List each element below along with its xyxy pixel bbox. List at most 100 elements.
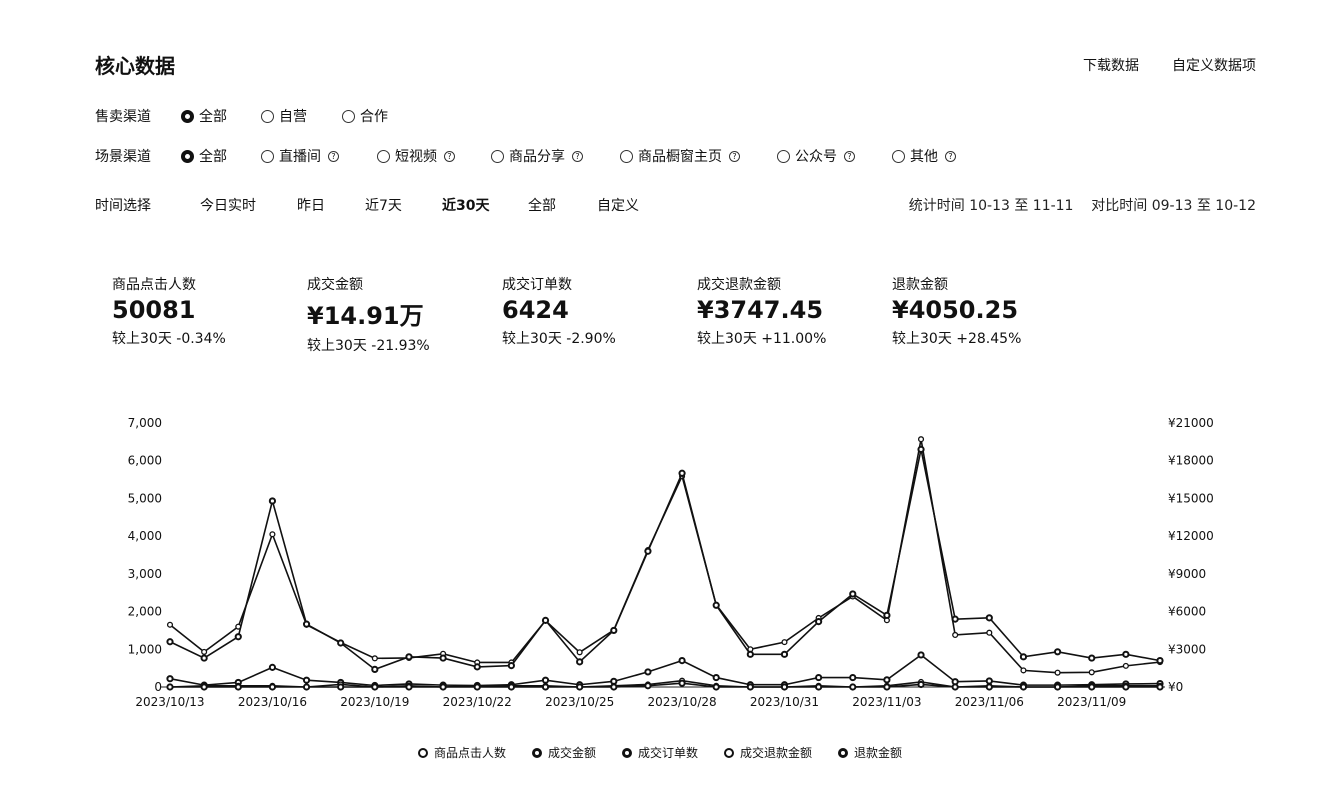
legend-item-1[interactable]: 成交金额 bbox=[531, 744, 596, 761]
series-1-point bbox=[644, 547, 652, 555]
metric-value: ¥3747.45 bbox=[697, 296, 824, 324]
series-1-point bbox=[576, 658, 584, 666]
series-1-point bbox=[849, 590, 857, 598]
radio-icon bbox=[181, 149, 194, 163]
series-4-point bbox=[507, 683, 515, 691]
option-label: 直播间 bbox=[279, 149, 321, 165]
series-1-point bbox=[405, 653, 413, 661]
y-left-tick-label: 4,000 bbox=[128, 529, 162, 543]
scene-channel-option-3[interactable]: 商品分享? bbox=[491, 146, 583, 166]
time-option-0[interactable]: 今日实时 bbox=[200, 195, 256, 215]
scene-channel-option-2[interactable]: 短视频? bbox=[377, 146, 455, 166]
series-line-1 bbox=[169, 449, 1161, 671]
legend-item-3[interactable]: 成交退款金额 bbox=[724, 744, 812, 761]
y-right-tick-label: ¥18000 bbox=[1168, 454, 1214, 468]
x-tick-label: 2023/11/06 bbox=[955, 695, 1024, 709]
series-1-point bbox=[883, 611, 891, 619]
help-icon[interactable]: ? bbox=[945, 150, 956, 162]
legend-label: 成交金额 bbox=[547, 746, 596, 760]
series-0-point bbox=[917, 436, 925, 443]
legend-label: 成交退款金额 bbox=[740, 746, 813, 760]
radio-icon bbox=[620, 149, 633, 163]
series-1-point bbox=[371, 665, 379, 673]
legend-item-2[interactable]: 成交订单数 bbox=[621, 744, 698, 761]
y-right-tick-label: ¥9000 bbox=[1168, 567, 1206, 581]
metric-card[interactable]: 成交金额 ¥14.91万 较上30天 -21.93% bbox=[307, 274, 430, 355]
legend-item-0[interactable]: 商品点击人数 bbox=[417, 744, 506, 761]
series-4-point bbox=[610, 683, 618, 691]
help-icon[interactable]: ? bbox=[729, 150, 740, 162]
metric-value: 50081 bbox=[112, 296, 196, 324]
series-4-point bbox=[985, 683, 993, 691]
y-left-tick-label: 0 bbox=[154, 680, 162, 694]
series-0-point bbox=[1020, 667, 1027, 674]
option-label: 短视频 bbox=[395, 149, 437, 165]
help-icon[interactable]: ? bbox=[444, 150, 455, 162]
time-option-1[interactable]: 昨日 bbox=[297, 195, 325, 215]
help-icon[interactable]: ? bbox=[328, 150, 339, 162]
time-option-5[interactable]: 自定义 bbox=[597, 195, 639, 215]
metric-value: 6424 bbox=[502, 296, 569, 324]
series-1-point bbox=[507, 662, 515, 670]
metric-label: 成交金额 bbox=[307, 277, 363, 293]
radio-icon bbox=[892, 149, 905, 163]
scene-channel-option-0[interactable]: 全部 bbox=[181, 146, 227, 166]
legend-marker-icon bbox=[621, 747, 632, 758]
metric-card[interactable]: 商品点击人数 50081 较上30天 -0.34% bbox=[112, 274, 226, 348]
scene-channel-option-6[interactable]: 其他? bbox=[892, 146, 956, 166]
chart-legend: 商品点击人数 成交金额 成交订单数 成交退款金额 退款金额 bbox=[0, 744, 1320, 761]
series-1-point bbox=[268, 497, 277, 505]
series-line-0 bbox=[169, 439, 1161, 674]
series-0-point bbox=[576, 649, 583, 656]
series-4-point bbox=[473, 683, 481, 691]
series-2-point bbox=[541, 676, 550, 684]
time-option-4[interactable]: 全部 bbox=[528, 195, 556, 215]
scene-channel-option-4[interactable]: 商品橱窗主页? bbox=[620, 146, 740, 166]
legend-marker-icon bbox=[417, 747, 428, 758]
y-right-tick-label: ¥12000 bbox=[1168, 529, 1214, 543]
time-option-3[interactable]: 近30天 bbox=[442, 195, 489, 215]
sales-channel-option-0[interactable]: 全部 bbox=[181, 106, 227, 126]
download-data-button[interactable]: 下载数据 bbox=[1083, 55, 1139, 75]
metric-comparison: 较上30天 -0.34% bbox=[112, 331, 226, 347]
x-tick-label: 2023/10/13 bbox=[135, 695, 204, 709]
series-4-point bbox=[883, 683, 891, 691]
option-label: 全部 bbox=[199, 149, 227, 165]
y-right-tick-label: ¥6000 bbox=[1168, 605, 1206, 619]
time-option-2[interactable]: 近7天 bbox=[365, 195, 402, 215]
sales-channel-option-1[interactable]: 自营 bbox=[261, 106, 307, 126]
help-icon[interactable]: ? bbox=[844, 150, 855, 162]
legend-item-4[interactable]: 退款金额 bbox=[838, 744, 902, 761]
legend-marker-icon bbox=[838, 747, 849, 758]
series-1-point bbox=[1156, 657, 1164, 665]
y-left-tick-label: 5,000 bbox=[128, 491, 162, 505]
series-4-point bbox=[576, 683, 584, 691]
period-info: 统计时间 10-13 至 11-11 对比时间 09-13 至 10-12 bbox=[909, 195, 1256, 215]
series-1-point bbox=[746, 650, 754, 658]
metric-comparison: 较上30天 +28.45% bbox=[892, 331, 1022, 347]
series-2-point bbox=[883, 676, 891, 684]
series-1-point bbox=[234, 633, 242, 641]
metric-card[interactable]: 成交订单数 6424 较上30天 -2.90% bbox=[502, 274, 616, 348]
series-2-point bbox=[302, 676, 311, 684]
y-right-tick-label: ¥15000 bbox=[1168, 491, 1214, 505]
customize-data-button[interactable]: 自定义数据项 bbox=[1172, 55, 1256, 75]
scene-channel-option-5[interactable]: 公众号? bbox=[777, 146, 855, 166]
series-0-point bbox=[986, 629, 993, 636]
help-icon[interactable]: ? bbox=[572, 150, 583, 162]
series-4-point bbox=[439, 683, 447, 691]
series-4-point bbox=[746, 683, 754, 691]
series-2-point bbox=[712, 673, 720, 682]
option-label: 合作 bbox=[360, 109, 388, 125]
metric-card[interactable]: 成交退款金额 ¥3747.45 较上30天 +11.00% bbox=[697, 274, 826, 348]
sales-channel-option-2[interactable]: 合作 bbox=[342, 106, 388, 126]
series-0-point bbox=[1054, 669, 1061, 676]
metric-card[interactable]: 退款金额 ¥4050.25 较上30天 +28.45% bbox=[892, 274, 1021, 348]
y-right-tick-label: ¥3000 bbox=[1168, 642, 1206, 656]
scene-channel-option-1[interactable]: 直播间? bbox=[261, 146, 339, 166]
metric-label: 商品点击人数 bbox=[112, 277, 196, 293]
compare-period: 对比时间 09-13 至 10-12 bbox=[1091, 198, 1256, 214]
x-tick-label: 2023/10/19 bbox=[340, 695, 409, 709]
series-4-point bbox=[405, 683, 413, 691]
series-2-point bbox=[166, 675, 174, 683]
